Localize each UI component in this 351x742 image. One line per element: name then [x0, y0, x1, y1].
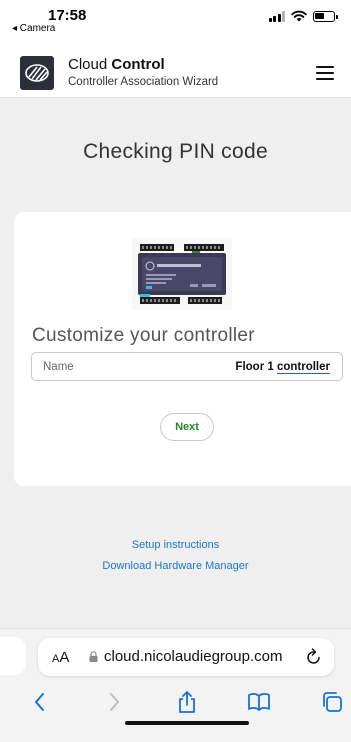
status-icons: [268, 10, 338, 22]
controller-name-field[interactable]: Name Floor 1 controller: [31, 352, 343, 381]
hamburger-menu-icon[interactable]: [316, 66, 334, 80]
address-bar[interactable]: AA cloud.nicolaudiegroup.com: [38, 638, 334, 676]
section-title: Customize your controller: [32, 325, 255, 346]
lock-icon: [89, 651, 98, 662]
back-to-camera-link[interactable]: ◂ Camera: [12, 23, 55, 34]
status-time: 17:58: [48, 7, 87, 24]
cloud-logo-icon: [25, 64, 49, 82]
url-text[interactable]: cloud.nicolaudiegroup.com: [104, 648, 282, 665]
status-bar: 17:58 ◂ Camera: [0, 0, 351, 44]
next-button[interactable]: Next: [160, 413, 214, 441]
wifi-icon: [291, 10, 307, 22]
name-field-value[interactable]: Floor 1 controller: [235, 360, 330, 374]
home-indicator[interactable]: [125, 721, 249, 725]
download-hardware-manager-link[interactable]: Download Hardware Manager: [0, 560, 351, 572]
reload-icon[interactable]: [306, 648, 322, 666]
customize-card: Customize your controller Name Floor 1 c…: [14, 212, 351, 486]
back-icon[interactable]: [28, 690, 52, 714]
cloud-control-logo[interactable]: [20, 56, 54, 90]
battery-icon: [313, 10, 338, 22]
tabs-icon[interactable]: [320, 690, 344, 714]
brand-subtitle: Controller Association Wizard: [68, 76, 219, 88]
name-field-label: Name: [43, 360, 74, 373]
signal-icon: [268, 10, 285, 22]
setup-instructions-link[interactable]: Setup instructions: [0, 539, 351, 551]
reader-aa-button[interactable]: AA: [52, 649, 69, 666]
brand-title: Cloud Control: [68, 56, 165, 73]
forward-icon[interactable]: [102, 690, 126, 714]
bookmarks-icon[interactable]: [247, 690, 271, 714]
previous-tab-preview[interactable]: [0, 637, 26, 675]
controller-device-image: [132, 238, 232, 310]
app-header: Cloud Control Controller Association Wiz…: [0, 44, 351, 98]
share-icon[interactable]: [175, 690, 199, 714]
page-title: Checking PIN code: [83, 140, 268, 163]
